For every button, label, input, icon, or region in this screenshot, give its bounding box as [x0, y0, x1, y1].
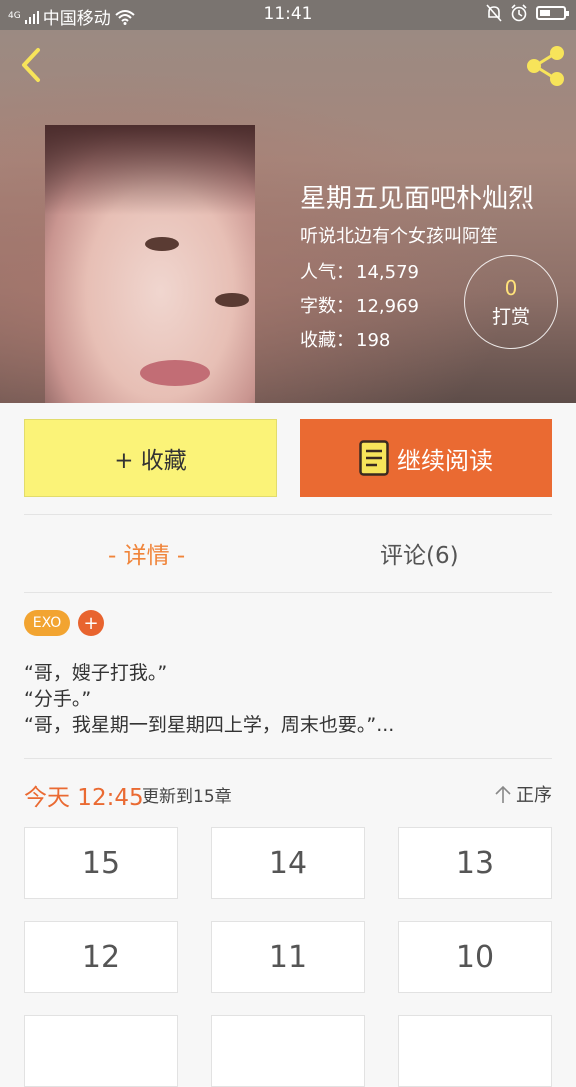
battery-icon	[536, 6, 569, 20]
add-favorite-button[interactable]: + 收藏	[24, 419, 277, 497]
chapter-button-partial[interactable]	[211, 1015, 365, 1087]
chapter-button[interactable]: 14	[211, 827, 365, 899]
stat-value: 14,579	[356, 262, 419, 283]
stat-value: 198	[356, 330, 391, 351]
stat-favorites: 收藏： 198	[300, 326, 390, 352]
stat-popularity: 人气： 14,579	[300, 258, 419, 284]
book-header: 星期五见面吧朴灿烈 听说北边有个女孩叫阿笙 人气： 14,579 字数： 12,96…	[0, 30, 576, 403]
chapter-button[interactable]: 11	[211, 921, 365, 993]
update-chapter: 更新到15章	[142, 787, 232, 807]
chapter-button-partial[interactable]	[398, 1015, 552, 1087]
share-icon	[527, 46, 564, 86]
continue-reading-button[interactable]: 继续阅读	[300, 419, 552, 497]
stat-label: 字数：	[300, 296, 354, 317]
book-summary[interactable]: “哥，嫂子打我。” “分手。” “哥，我星期一到星期四上学，周末也要。”...	[24, 660, 552, 738]
divider	[24, 758, 552, 759]
sort-label: 正序	[516, 785, 552, 806]
chapter-button[interactable]: 12	[24, 921, 178, 993]
tag-exo[interactable]: EXO	[24, 610, 70, 636]
add-tag-button[interactable]: +	[78, 610, 104, 636]
tab-details[interactable]: - 详情 -	[108, 536, 185, 570]
chapter-button[interactable]: 13	[398, 827, 552, 899]
reward-label: 打赏	[491, 306, 530, 328]
summary-line: “哥，嫂子打我。”	[24, 662, 168, 684]
alarm-icon	[511, 4, 527, 22]
divider	[24, 514, 552, 515]
stat-label: 收藏：	[300, 330, 354, 351]
summary-line: “哥，我星期一到星期四上学，周末也要。”...	[24, 714, 395, 736]
stat-value: 12,969	[356, 296, 419, 317]
sort-button[interactable]: 正序	[494, 781, 552, 807]
bell-muted-icon	[486, 4, 502, 22]
update-row: 今天 12:45 更新到15章 正序	[24, 778, 552, 811]
divider	[24, 592, 552, 593]
chapter-button[interactable]: 15	[24, 827, 178, 899]
tab-comments[interactable]: 评论(6)	[380, 536, 459, 570]
reward-count: 0	[504, 276, 518, 300]
update-time: 今天 12:45	[24, 785, 144, 811]
stat-label: 人气：	[300, 262, 354, 283]
status-bar: 4G 中国移动 11:41	[0, 0, 576, 30]
book-title: 星期五见面吧朴灿烈	[300, 184, 535, 214]
continue-reading-label: 继续阅读	[397, 446, 493, 475]
back-button[interactable]	[14, 44, 54, 84]
chapter-button-partial[interactable]	[24, 1015, 178, 1087]
summary-line: “分手。”	[24, 688, 92, 710]
share-button[interactable]	[522, 44, 568, 88]
chapter-button[interactable]: 10	[398, 921, 552, 993]
book-author[interactable]: 听说北边有个女孩叫阿笙	[300, 222, 498, 248]
book-icon	[359, 440, 389, 476]
stat-word-count: 字数： 12,969	[300, 292, 419, 318]
book-cover-image[interactable]	[45, 125, 255, 403]
sort-up-arrow-icon	[495, 785, 511, 803]
reward-button[interactable]: 0 打赏	[464, 255, 558, 349]
status-right	[486, 4, 569, 22]
back-arrow-icon	[22, 48, 40, 82]
